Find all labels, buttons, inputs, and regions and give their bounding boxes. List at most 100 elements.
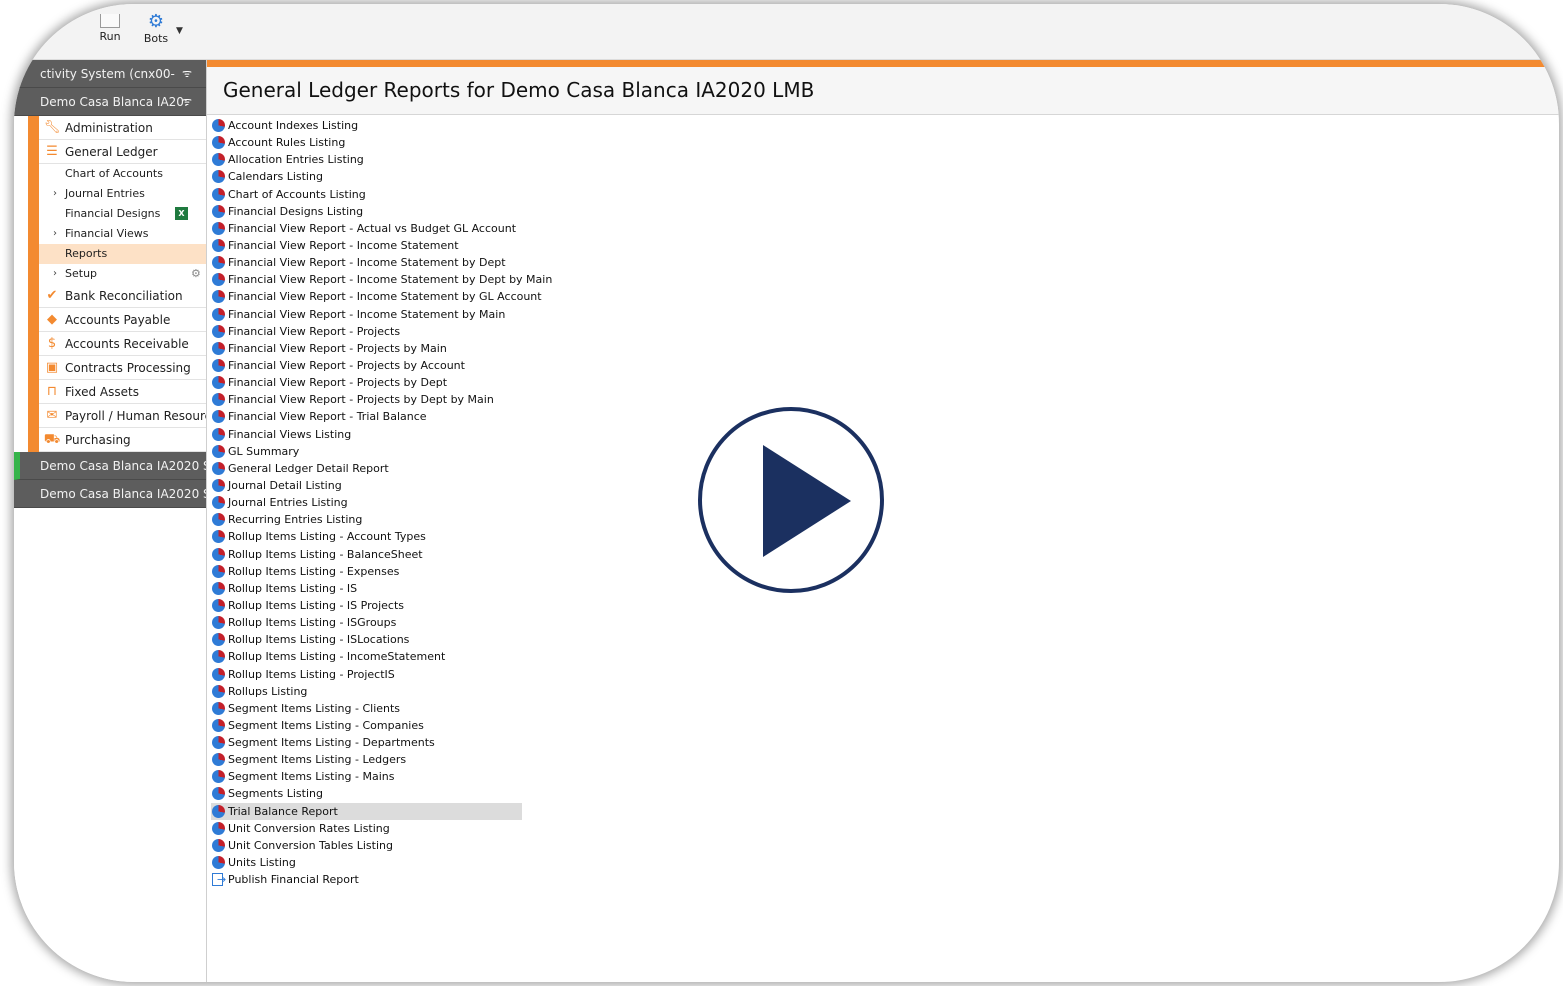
module-fixed-assets[interactable]: ⊓ Fixed Assets [39, 380, 206, 404]
report-item[interactable]: Financial View Report - Projects [211, 323, 522, 340]
report-item[interactable]: Unit Conversion Rates Listing [211, 820, 522, 837]
report-item[interactable]: Chart of Accounts Listing [211, 186, 522, 203]
report-pie-icon [212, 290, 225, 304]
connection-demo-casa-blanca-sl[interactable]: Demo Casa Blanca IA2020 SL [14, 480, 206, 508]
report-item[interactable]: Recurring Entries Listing [211, 511, 522, 528]
report-item[interactable]: General Ledger Detail Report [211, 460, 522, 477]
report-item[interactable]: Rollup Items Listing - ISLocations [211, 631, 522, 648]
report-item[interactable]: Financial View Report - Income Statement… [211, 288, 542, 305]
report-item[interactable]: Financial View Report - Income Statement [211, 237, 522, 254]
subitem-financial-views[interactable]: › Financial Views [39, 224, 206, 244]
module-payroll-human-resource[interactable]: ✉ Payroll / Human Resource [39, 404, 206, 428]
report-item[interactable]: Rollup Items Listing - IS Projects [211, 597, 522, 614]
module-contracts-processing[interactable]: ▣ Contracts Processing [39, 356, 206, 380]
report-label: Financial View Report - Projects by Dept [228, 376, 448, 390]
report-label: Journal Detail Listing [228, 478, 342, 492]
report-item[interactable]: Financial Views Listing [211, 426, 522, 443]
report-label: Rollup Items Listing - BalanceSheet [228, 547, 423, 561]
report-pie-icon [212, 358, 225, 372]
connection-demo-casa-blanca-se[interactable]: Demo Casa Blanca IA2020 SE [14, 452, 206, 480]
report-item[interactable]: Publish Financial Report [211, 871, 522, 888]
report-item[interactable]: Rollup Items Listing - Account Types [211, 528, 522, 545]
report-item[interactable]: Account Indexes Listing [211, 117, 522, 134]
report-item[interactable]: Journal Entries Listing [211, 494, 522, 511]
report-item[interactable]: Segment Items Listing - Clients [211, 700, 522, 717]
bots-button[interactable]: ⚙ Bots [136, 13, 176, 46]
subitem-reports[interactable]: Reports [39, 244, 206, 264]
report-item[interactable]: Segment Items Listing - Mains [211, 768, 522, 785]
chevron-right-icon[interactable]: › [53, 184, 57, 204]
report-label: Financial View Report - Income Statement… [228, 273, 553, 287]
subitem-journal-entries[interactable]: › Journal Entries [39, 184, 206, 204]
report-item[interactable]: Financial View Report - Income Statement… [211, 306, 522, 323]
report-pie-icon [212, 153, 225, 167]
report-item[interactable]: Segment Items Listing - Departments [211, 734, 522, 751]
report-item[interactable]: Journal Detail Listing [211, 477, 522, 494]
run-button[interactable]: Run [94, 14, 126, 43]
report-item[interactable]: Financial View Report - Trial Balance [211, 408, 522, 425]
report-label: Rollup Items Listing - Account Types [228, 530, 426, 544]
connection-demo-casa-blanca[interactable]: Demo Casa Blanca IA20: ᯤ [14, 88, 206, 116]
report-item[interactable]: Calendars Listing [211, 168, 522, 185]
module-bank-reconciliation[interactable]: ✔ Bank Reconciliation [39, 284, 206, 308]
report-pie-icon [212, 410, 225, 424]
report-label: Trial Balance Report [228, 804, 338, 818]
module-label: Administration [65, 121, 153, 135]
cart-icon: ⛟ [43, 432, 61, 447]
report-pie-icon [212, 804, 225, 818]
report-item[interactable]: Segments Listing [211, 785, 522, 802]
report-label: Segment Items Listing - Mains [228, 770, 395, 784]
subitem-setup[interactable]: › Setup ⚙ [39, 264, 206, 284]
report-pie-icon [212, 256, 225, 270]
report-item[interactable]: Rollup Items Listing - IncomeStatement [211, 648, 522, 665]
excel-icon[interactable]: X [175, 207, 188, 220]
toolbar: Run ⚙ Bots ▼ [14, 4, 1559, 60]
report-item[interactable]: Rollup Items Listing - ISGroups [211, 614, 522, 631]
module-accounts-payable[interactable]: ◆ Accounts Payable [39, 308, 206, 332]
report-item[interactable]: Rollup Items Listing - BalanceSheet [211, 546, 522, 563]
module-accounts-receivable[interactable]: $ Accounts Receivable [39, 332, 206, 356]
report-pie-icon [212, 838, 225, 852]
module-purchasing[interactable]: ⛟ Purchasing [39, 428, 206, 452]
subitem-financial-designs[interactable]: Financial Designs X [39, 204, 206, 224]
subitem-chart-of-accounts[interactable]: Chart of Accounts [39, 164, 206, 184]
report-item[interactable]: Financial Designs Listing [211, 203, 522, 220]
report-pie-icon [212, 444, 225, 458]
report-item[interactable]: Units Listing [211, 854, 522, 871]
report-item[interactable]: Financial View Report - Actual vs Budget… [211, 220, 522, 237]
report-pie-icon [212, 478, 225, 492]
report-pie-icon [212, 753, 225, 767]
report-item[interactable]: Account Rules Listing [211, 134, 522, 151]
report-pie-icon [212, 598, 225, 612]
report-item[interactable]: Financial View Report - Projects by Dept [211, 374, 522, 391]
report-item[interactable]: Financial View Report - Projects by Dept… [211, 391, 522, 408]
chevron-down-icon[interactable]: ▼ [176, 26, 183, 36]
report-item[interactable]: GL Summary [211, 443, 522, 460]
module-general-ledger[interactable]: ☰ General Ledger [39, 140, 206, 164]
chevron-right-icon[interactable]: › [53, 224, 57, 244]
connection-activity-system[interactable]: ctivity System (cnx00- ᯤ [14, 60, 206, 88]
report-item[interactable]: Rollups Listing [211, 683, 522, 700]
play-button[interactable] [698, 407, 884, 593]
report-label: Rollup Items Listing - ISGroups [228, 616, 397, 630]
report-item[interactable]: Rollup Items Listing - Expenses [211, 563, 522, 580]
chevron-right-icon[interactable]: › [53, 264, 57, 284]
report-label: Financial View Report - Income Statement [228, 238, 459, 252]
report-item[interactable]: Financial View Report - Income Statement… [211, 254, 522, 271]
report-pie-icon [212, 787, 225, 801]
report-item[interactable]: Segment Items Listing - Ledgers [211, 751, 522, 768]
play-icon [763, 445, 851, 557]
report-item[interactable]: Financial View Report - Projects by Main [211, 340, 522, 357]
report-pie-icon [212, 119, 225, 132]
report-label: General Ledger Detail Report [228, 461, 389, 475]
module-administration[interactable]: 🔧︎ Administration [39, 116, 206, 140]
report-item[interactable]: Allocation Entries Listing [211, 151, 522, 168]
dollar-icon: $ [47, 336, 57, 351]
report-item[interactable]: Rollup Items Listing - ProjectIS [211, 666, 522, 683]
report-item[interactable]: Financial View Report - Projects by Acco… [211, 357, 522, 374]
report-item[interactable]: Trial Balance Report [211, 802, 522, 820]
report-item[interactable]: Segment Items Listing - Companies [211, 717, 522, 734]
report-item[interactable]: Unit Conversion Tables Listing [211, 837, 522, 854]
report-item[interactable]: Financial View Report - Income Statement… [211, 271, 552, 288]
report-item[interactable]: Rollup Items Listing - IS [211, 580, 522, 597]
